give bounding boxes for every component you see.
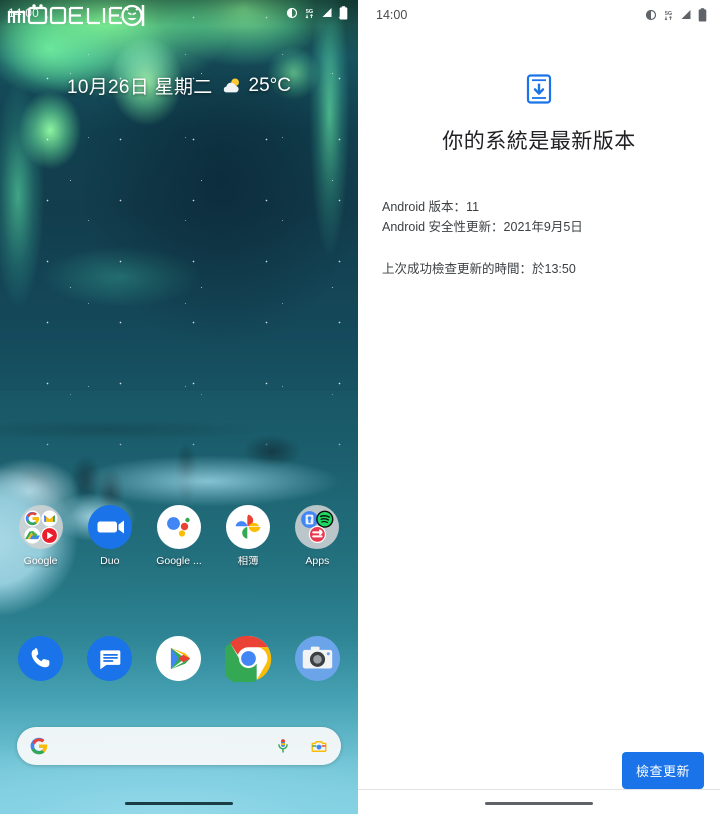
- apps-folder-icon: [295, 505, 340, 549]
- dock-item-phone[interactable]: [10, 635, 72, 682]
- phone-icon: [18, 636, 64, 681]
- update-status-title: 你的系統是最新版本: [442, 130, 636, 153]
- date-text: 10月26日 星期二: [67, 77, 213, 98]
- duo-icon: [87, 505, 132, 549]
- update-status-clock: 14:00: [376, 8, 408, 22]
- date-weather-widget[interactable]: 10月26日 星期二 25°C: [0, 72, 358, 99]
- home-app-row: Google Duo Google ... 相簿 Apps: [0, 504, 358, 568]
- dock-item-chrome[interactable]: [217, 635, 279, 682]
- app-icon-apps-folder[interactable]: Apps: [286, 504, 348, 568]
- google-assistant-icon: [156, 505, 201, 549]
- app-icon-google-photos[interactable]: 相簿: [217, 504, 279, 568]
- home-status-icon-group: 5G: [286, 6, 348, 20]
- dock-item-camera[interactable]: [286, 635, 348, 682]
- google-g-icon: [30, 737, 48, 755]
- battery-icon: [339, 6, 348, 20]
- update-gesture-nav-pill[interactable]: [485, 802, 593, 805]
- google-folder-icon: [18, 505, 63, 549]
- google-search-bar[interactable]: [17, 727, 341, 765]
- app-label: Google: [23, 556, 58, 567]
- network-5g-icon: 5G: [305, 9, 313, 18]
- weather-temperature: 25°C: [248, 74, 291, 96]
- check-update-button[interactable]: 檢查更新: [621, 752, 704, 789]
- home-dock-row: [0, 635, 358, 682]
- app-icon-duo[interactable]: Duo: [79, 504, 141, 568]
- app-label: Google ...: [156, 556, 202, 567]
- chrome-icon: [224, 635, 271, 682]
- camera-icon: [294, 636, 340, 681]
- signal-strength-icon: [681, 10, 691, 19]
- app-label: Duo: [100, 556, 120, 567]
- update-status-icon-group: 5G: [645, 8, 707, 22]
- update-hero-block: 你的系統是最新版本: [358, 74, 720, 155]
- network-5g-icon: 5G: [664, 11, 672, 20]
- dock-item-play-store[interactable]: [148, 635, 210, 682]
- dual-screenshot-canvas: 14:00 5G 10月26日 星期二 25°C Google Duo Goog…: [0, 0, 720, 814]
- play-store-icon: [156, 636, 202, 681]
- messages-icon: [87, 636, 133, 681]
- app-label: Apps: [305, 556, 330, 567]
- nav-bar-divider: [358, 789, 720, 790]
- signal-strength-icon: [322, 8, 332, 17]
- microphone-icon[interactable]: [274, 737, 292, 755]
- google-lens-icon[interactable]: [310, 737, 328, 755]
- app-icon-google-folder[interactable]: Google: [10, 504, 72, 568]
- home-gesture-nav-pill[interactable]: [125, 802, 233, 805]
- android-home-screen-panel: 14:00 5G 10月26日 星期二 25°C Google Duo Goog…: [0, 0, 358, 814]
- home-status-clock: 14:00: [8, 6, 40, 20]
- dock-item-messages[interactable]: [79, 635, 141, 682]
- app-icon-google-assistant[interactable]: Google ...: [148, 504, 210, 568]
- app-label: 相簿: [237, 556, 259, 567]
- partly-cloudy-icon: [223, 77, 239, 92]
- home-status-bar: 14:00 5G: [0, 0, 358, 26]
- update-details-block: Android 版本：11 Android 安全性更新：2021年9月5日 上次…: [358, 197, 720, 279]
- svg-text:5G: 5G: [306, 9, 313, 15]
- search-input[interactable]: [56, 738, 266, 754]
- system-update-settings-panel: 14:00 5G 你的系統是最新版本 Android 版本：11 Android…: [358, 0, 720, 814]
- update-status-bar: 14:00 5G: [358, 0, 720, 30]
- phone-download-update-icon: [526, 74, 552, 104]
- wallpaper-stars: [0, 0, 358, 456]
- svg-text:5G: 5G: [665, 11, 672, 17]
- google-photos-icon: [226, 505, 271, 549]
- detail-security-patch: Android 安全性更新：2021年9月5日: [382, 220, 583, 234]
- battery-icon: [698, 8, 707, 22]
- detail-android-version: Android 版本：11: [382, 200, 480, 214]
- dnd-icon: [286, 7, 298, 19]
- detail-last-check-time: 上次成功檢查更新的時間：於13:50: [382, 262, 576, 276]
- dnd-icon: [645, 9, 657, 21]
